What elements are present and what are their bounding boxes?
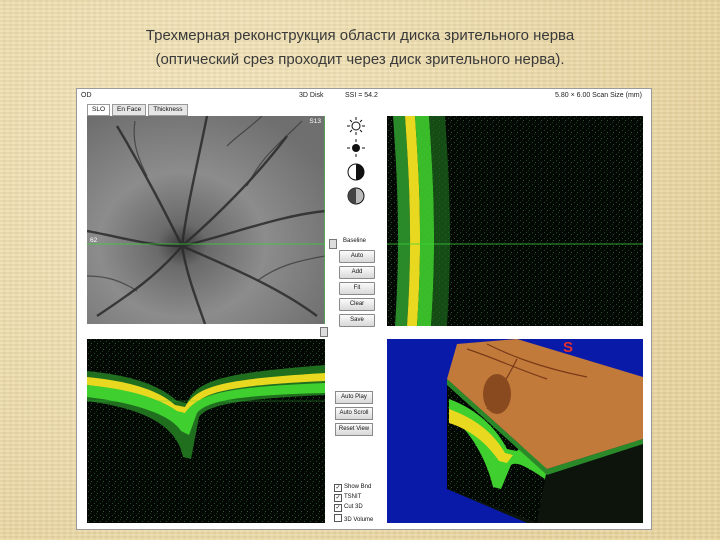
brightness-down-icon[interactable]: [345, 138, 367, 158]
vertical-bscan-image[interactable]: [387, 116, 643, 326]
checkmark-icon: ✓: [334, 484, 342, 492]
show-bnd-checkbox[interactable]: ✓ Show Bnd: [334, 484, 371, 492]
reset-view-button[interactable]: Reset View: [335, 423, 373, 436]
baseline-label: Baseline: [343, 238, 367, 244]
viewer-topbar: OD 3D Disk SSI = 54.2 5.80 × 6.00 Scan S…: [77, 89, 651, 103]
fundus-image[interactable]: S13 62: [87, 116, 325, 324]
view-tabs: SLO En Face Thickness: [87, 104, 188, 116]
auto-button[interactable]: Auto: [339, 250, 375, 263]
slide-title-line-1: Трехмерная реконструкция области диска з…: [145, 27, 575, 44]
3d-volume-graphic: [447, 339, 643, 523]
tab-thickness[interactable]: Thickness: [148, 104, 188, 116]
3d-volume-checkbox[interactable]: 3D Volume: [334, 514, 373, 523]
ssi-label: SSI = 54.2: [345, 92, 378, 99]
tsnit-checkbox[interactable]: ✓ TSNIT: [334, 494, 361, 502]
eye-label: OD: [81, 92, 92, 99]
tab-en-face[interactable]: En Face: [112, 104, 147, 116]
oct-viewer-window: OD 3D Disk SSI = 54.2 5.80 × 6.00 Scan S…: [76, 88, 652, 530]
slide-title-line-2: (оптический срез проходит через диск зри…: [155, 51, 565, 68]
fundus-label-top: S13: [309, 118, 321, 125]
horizontal-bscan-image[interactable]: [87, 339, 325, 523]
slide-title: Трехмерная реконструкция области диска з…: [0, 24, 720, 72]
contrast-down-icon[interactable]: [345, 186, 367, 206]
axis-label-s: S: [563, 339, 574, 356]
auto-play-button[interactable]: Auto Play: [335, 391, 373, 404]
fundus-label-left: 62: [90, 237, 98, 244]
fundus-graphic: [87, 116, 325, 324]
auto-scroll-button[interactable]: Auto Scroll: [335, 407, 373, 420]
mode-label: 3D Disk: [299, 92, 324, 99]
vertical-slice-handle[interactable]: [320, 327, 328, 337]
3d-reconstruction-view[interactable]: S: [387, 339, 643, 523]
tab-slo[interactable]: SLO: [87, 104, 111, 116]
checkmark-icon: ✓: [334, 494, 342, 502]
vertical-bscan-graphic: [387, 116, 643, 326]
checkmark-icon: ✓: [334, 504, 342, 512]
lower-control-panel: Auto Play Auto Scroll Reset View ✓ Show B…: [329, 339, 387, 529]
cut-3d-checkbox[interactable]: ✓ Cut 3D: [334, 504, 363, 512]
clear-button[interactable]: Clear: [339, 298, 375, 311]
control-panel: Baseline Auto Add Fit Clear Save: [329, 116, 387, 327]
save-button[interactable]: Save: [339, 314, 375, 327]
add-button[interactable]: Add: [339, 266, 375, 279]
scan-size-label: 5.80 × 6.00 Scan Size (mm): [555, 92, 642, 99]
fit-button[interactable]: Fit: [339, 282, 375, 295]
horizontal-bscan-graphic: [87, 339, 325, 523]
contrast-up-icon[interactable]: [345, 162, 367, 182]
brightness-up-icon[interactable]: [345, 116, 367, 136]
